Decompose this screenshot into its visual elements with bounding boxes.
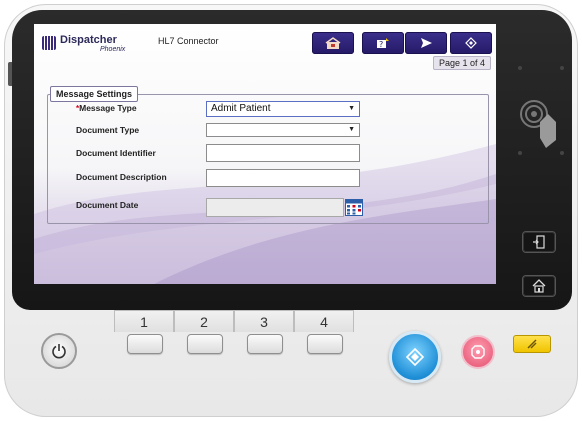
app-title: HL7 Connector	[158, 36, 219, 46]
door-exit-icon	[533, 235, 545, 249]
indicator-dot	[518, 66, 522, 70]
indicator-dot	[560, 66, 564, 70]
access-button[interactable]	[523, 232, 555, 252]
home-folder-icon	[325, 37, 341, 49]
function-key-3[interactable]	[247, 334, 283, 354]
function-key-labels: 1 2 3 4	[114, 310, 356, 332]
function-key-2-label: 2	[174, 310, 234, 332]
document-date-input[interactable]	[206, 198, 344, 217]
reset-icon	[527, 339, 537, 349]
function-key-4-label: 4	[294, 310, 354, 332]
reset-button[interactable]	[513, 335, 551, 353]
function-key-1[interactable]	[127, 334, 163, 354]
start-icon	[465, 37, 477, 49]
logo-mark-icon	[42, 36, 56, 50]
hardware-side-panel	[510, 10, 572, 310]
power-button[interactable]	[41, 333, 77, 369]
touch-screen: Dispatcher Phoenix HL7 Connector ? Page …	[34, 24, 496, 284]
start-button[interactable]	[450, 32, 492, 54]
section-title: Message Settings	[50, 86, 139, 102]
document-identifier-input[interactable]	[206, 144, 360, 162]
nfc-touch-icon	[520, 100, 556, 148]
logo-name: Dispatcher	[60, 34, 117, 46]
document-type-select[interactable]: ▼	[206, 123, 360, 137]
message-type-select[interactable]: Admit Patient ▼	[206, 101, 360, 117]
page-indicator: Page 1 of 4	[432, 56, 491, 70]
document-identifier-label: Document Identifier	[76, 148, 156, 158]
chevron-down-icon: ▼	[348, 105, 355, 112]
chevron-down-icon: ▼	[348, 126, 355, 133]
send-button[interactable]	[405, 32, 447, 54]
document-description-input[interactable]	[206, 169, 360, 187]
power-icon	[52, 344, 66, 359]
document-description-label: Document Description	[76, 172, 167, 182]
logo-subtitle: Phoenix	[100, 46, 126, 53]
start-diamond-icon	[406, 348, 424, 366]
stop-icon	[471, 345, 485, 359]
message-type-value: Admit Patient	[211, 103, 271, 114]
indicator-dot	[560, 151, 564, 155]
function-key-4[interactable]	[307, 334, 343, 354]
help-button[interactable]: ?	[362, 32, 404, 54]
document-date-label: Document Date	[76, 200, 139, 210]
message-type-label: *Message Type	[76, 103, 137, 113]
svg-text:?: ?	[379, 40, 383, 49]
document-type-label: Document Type	[76, 125, 140, 135]
home-icon	[532, 279, 546, 293]
app-header: Dispatcher Phoenix HL7 Connector ? Page …	[34, 24, 496, 76]
home-button[interactable]	[523, 276, 555, 296]
help-icon: ?	[377, 38, 389, 49]
function-key-1-label: 1	[114, 310, 174, 332]
send-icon	[421, 38, 432, 48]
function-key-3-label: 3	[234, 310, 294, 332]
indicator-dot	[518, 151, 522, 155]
home-folder-button[interactable]	[312, 32, 354, 54]
function-key-2[interactable]	[187, 334, 223, 354]
stop-button[interactable]	[461, 335, 495, 369]
calendar-icon[interactable]	[345, 199, 363, 216]
hardware-start-button[interactable]	[389, 331, 441, 383]
